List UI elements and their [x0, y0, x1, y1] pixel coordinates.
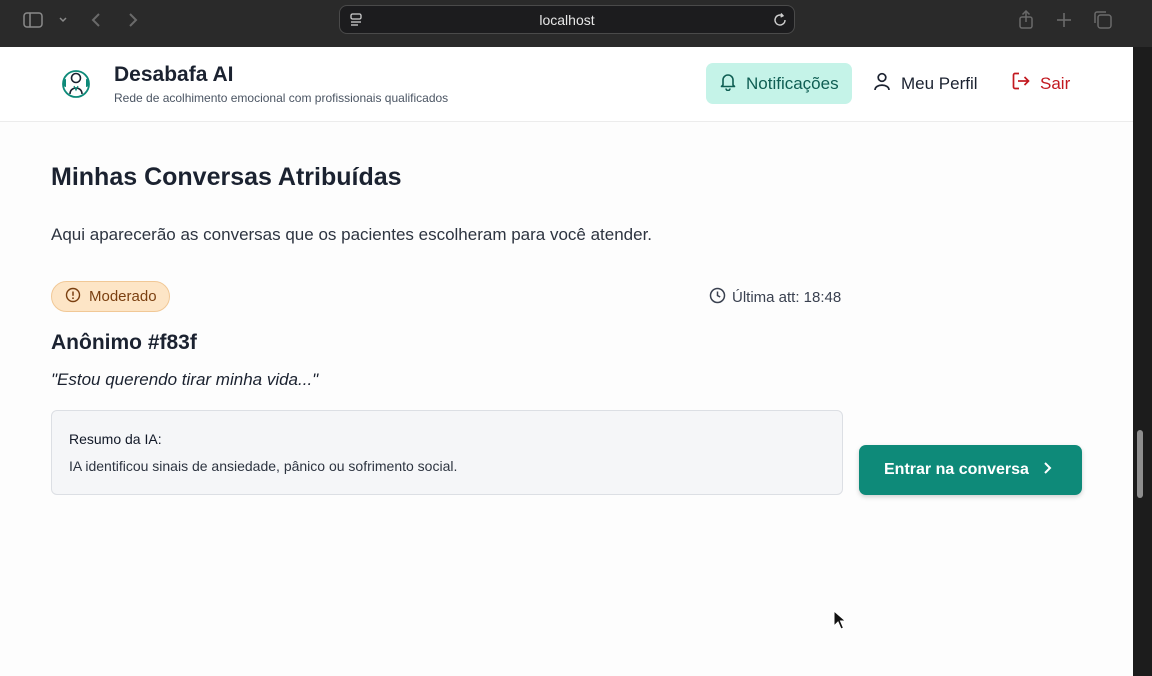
share-icon[interactable] [1015, 9, 1037, 31]
page-title: Minhas Conversas Atribuídas [51, 163, 402, 191]
url-text: localhost [539, 12, 595, 28]
chevron-right-icon [1041, 461, 1053, 480]
chevron-down-icon[interactable] [52, 9, 74, 31]
browser-toolbar: localhost [0, 0, 1152, 47]
user-icon [872, 71, 892, 96]
brand-name: Desabafa AI [114, 63, 234, 86]
logout-button[interactable]: Sair [1011, 63, 1070, 104]
alert-circle-icon [65, 287, 81, 307]
address-bar[interactable]: localhost [339, 5, 795, 34]
new-tab-icon[interactable] [1053, 9, 1075, 31]
reload-icon[interactable] [772, 12, 788, 32]
profile-label: Meu Perfil [901, 73, 978, 93]
ai-summary-box: Resumo da IA: IA identificou sinais de a… [51, 410, 843, 495]
scrollbar-thumb[interactable] [1137, 430, 1143, 498]
last-update-text: Última att: 18:48 [732, 289, 842, 306]
patient-name: Anônimo #f83f [51, 331, 197, 354]
page: Desabafa AI Rede de acolhimento emociona… [0, 47, 1133, 676]
mouse-pointer-icon [833, 609, 847, 634]
severity-label: Moderado [89, 288, 157, 305]
forward-icon[interactable] [122, 9, 144, 31]
app-header: Desabafa AI Rede de acolhimento emociona… [0, 47, 1133, 122]
enter-conversation-button[interactable]: Entrar na conversa [859, 445, 1082, 495]
bell-icon [718, 71, 738, 96]
page-subtitle: Aqui aparecerão as conversas que os paci… [51, 225, 653, 244]
logout-icon [1011, 71, 1031, 96]
ai-summary-label: Resumo da IA: [69, 431, 162, 447]
last-update: Última att: 18:48 [709, 287, 841, 308]
enter-conversation-label: Entrar na conversa [884, 461, 1029, 478]
logout-label: Sair [1040, 73, 1071, 93]
logo-icon [58, 65, 94, 101]
sidebar-toggle-icon[interactable] [22, 9, 44, 31]
brand-tagline: Rede de acolhimento emocional com profis… [114, 91, 449, 105]
back-icon[interactable] [85, 9, 107, 31]
notifications-label: Notificações [746, 73, 839, 93]
notifications-button[interactable]: Notificações [706, 63, 852, 104]
profile-button[interactable]: Meu Perfil [872, 63, 978, 104]
patient-quote: "Estou querendo tirar minha vida..." [51, 370, 319, 389]
severity-badge: Moderado [51, 281, 170, 312]
tab-overview-icon[interactable] [1092, 9, 1114, 31]
scrollbar[interactable] [1133, 47, 1152, 676]
ai-summary-text: IA identificou sinais de ansiedade, pâni… [69, 458, 458, 474]
clock-icon [709, 287, 726, 308]
